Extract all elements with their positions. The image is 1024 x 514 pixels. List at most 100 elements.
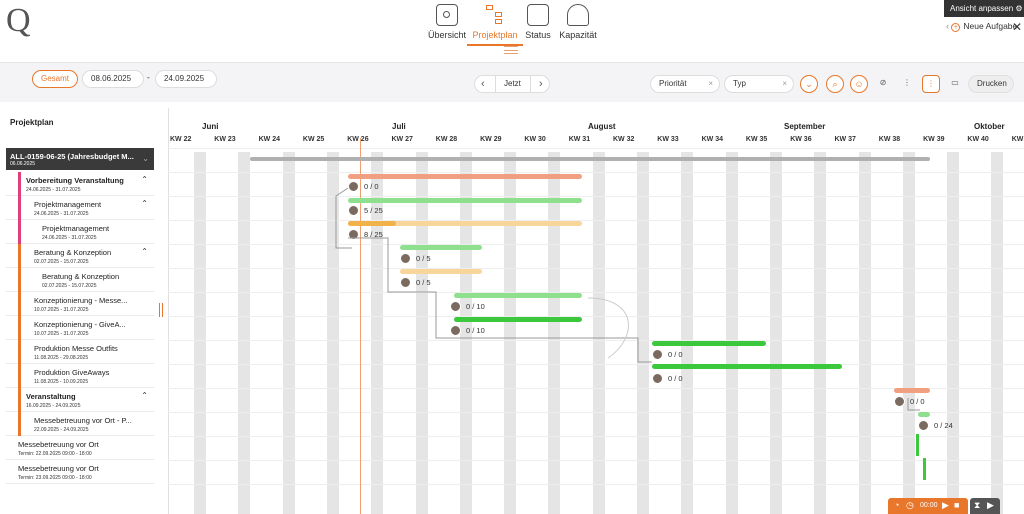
chevron-down-icon[interactable]: ⌄: [142, 154, 149, 163]
task-date: 24.06.2025 - 31.07.2025: [42, 235, 97, 241]
timer-bar[interactable]: ◔ ◷ 00:00 ▶ ■: [888, 498, 968, 514]
people-icon: [567, 4, 589, 26]
drucken-button[interactable]: Drucken: [968, 75, 1014, 93]
search-icon[interactable]: ⌕: [826, 75, 844, 93]
task-row[interactable]: Veranstaltung 16.09.2025 - 24.09.2025 ⌃: [6, 388, 154, 412]
jetzt-button[interactable]: Jetzt: [504, 76, 521, 92]
task-title: Vorbereitung Veranstaltung: [26, 176, 124, 185]
task-title: Produktion Messe Outfits: [34, 344, 118, 353]
chevron-down-icon[interactable]: ⌄: [800, 75, 818, 93]
task-title: Beratung & Konzeption: [42, 272, 120, 281]
task-title: Messebetreuung vor Ort - P...: [34, 416, 132, 425]
divider: [495, 76, 496, 92]
task-row[interactable]: Beratung & Konzeption 02.07.2025 - 15.07.…: [6, 244, 154, 268]
menu-icon[interactable]: [504, 46, 518, 54]
date-from-field[interactable]: 08.06.2025: [82, 70, 144, 88]
play-circle-icon[interactable]: ▶: [987, 500, 994, 511]
task-row[interactable]: Produktion Messe Outfits 11.08.2025 - 29.…: [6, 340, 154, 364]
task-row[interactable]: Messebetreuung vor Ort Termin: 23.09.2025…: [6, 460, 154, 484]
timer-value: 00:00: [920, 502, 938, 509]
chevron-up-icon[interactable]: ⌃: [141, 199, 148, 208]
phase-color-bar: [18, 340, 21, 364]
task-row[interactable]: Produktion GiveAways 11.08.2025 - 10.09.2…: [6, 364, 154, 388]
chevron-up-icon[interactable]: ⌃: [141, 247, 148, 256]
close-icon[interactable]: ✕: [1012, 20, 1022, 34]
clear-icon[interactable]: ×: [708, 76, 713, 92]
hierarchy-expand-icon[interactable]: ⋮: [922, 75, 940, 93]
eye-off-icon[interactable]: ⊘: [874, 75, 892, 93]
top-navigation: Q Übersicht Projektplan Status Kapazität…: [0, 0, 1024, 62]
task-row[interactable]: Konzeptionierung - Messe... 10.07.2025 - …: [6, 292, 154, 316]
typ-filter-label: Typ: [733, 79, 746, 88]
neue-aufgabe-label: Neue Aufgabe: [963, 21, 1018, 31]
prioritaet-filter-label: Priorität: [659, 79, 687, 88]
hierarchy-collapse-icon[interactable]: ⋮: [898, 75, 916, 93]
root-project-date: 06.06.2025: [10, 161, 36, 167]
play-icon[interactable]: ▶: [942, 500, 949, 511]
task-row[interactable]: Messebetreuung vor Ort Termin: 22.09.2025…: [6, 436, 154, 460]
phase-color-bar: [18, 316, 21, 340]
nav-uebersicht-label: Übersicht: [427, 30, 466, 40]
typ-filter[interactable]: Typ ×: [724, 75, 794, 93]
task-row[interactable]: Projektmanagement 24.06.2025 - 31.07.2025: [6, 220, 154, 244]
chevron-up-icon[interactable]: ⌃: [141, 175, 148, 184]
task-row[interactable]: Projektmanagement 24.06.2025 - 31.07.2025…: [6, 196, 154, 220]
date-to-field[interactable]: 24.09.2025: [155, 70, 217, 88]
phase-color-bar: [18, 412, 21, 436]
task-date: Termin: 23.09.2025 09:00 - 18:00: [18, 475, 92, 481]
nav-kapazitaet-label: Kapazität: [559, 30, 597, 40]
timer-icon: ◔: [894, 500, 900, 510]
task-title: Projektmanagement: [34, 200, 102, 209]
chevron-left-icon: ‹: [946, 21, 949, 31]
toolbar: Gesamt 08.06.2025 - 24.09.2025 ‹ Jetzt ›…: [0, 62, 1024, 102]
phase-color-bar: [18, 244, 21, 268]
task-title: Konzeptionierung - Messe...: [34, 296, 128, 305]
next-icon[interactable]: ›: [539, 76, 543, 92]
root-project-title: ALL-0159-06-25 (Jahresbudget M...: [10, 152, 134, 161]
stop-icon[interactable]: ■: [954, 500, 959, 510]
gesamt-button[interactable]: Gesamt: [32, 70, 79, 88]
task-row[interactable]: Vorbereitung Veranstaltung 24.06.2025 - 3…: [6, 172, 154, 196]
app-logo: Q: [6, 2, 31, 39]
task-title: Konzeptionierung - GiveA...: [34, 320, 126, 329]
ansicht-anpassen-label: Ansicht anpassen: [950, 4, 1014, 13]
week-navigator: ‹ Jetzt ›: [474, 75, 550, 93]
task-title: Messebetreuung vor Ort: [18, 440, 99, 449]
nav-kapazitaet[interactable]: Kapazität: [548, 4, 608, 40]
task-row[interactable]: Konzeptionierung - GiveA... 10.07.2025 - …: [6, 316, 154, 340]
ansicht-anpassen-button[interactable]: Ansicht anpassen ⚙: [944, 0, 1024, 17]
gantt-chart: Juni Juli August September Oktober KW 22 KW 2…: [168, 108, 1024, 514]
prev-icon[interactable]: ‹: [481, 76, 485, 92]
date-separator: -: [147, 73, 150, 82]
gear-icon: ⚙: [1015, 4, 1023, 13]
panel-title: Projektplan: [10, 118, 54, 127]
player-controls[interactable]: ⧗ ▶: [970, 498, 1000, 514]
task-date: 10.07.2025 - 31.07.2025: [34, 331, 89, 337]
root-project[interactable]: ALL-0159-06-25 (Jahresbudget M... 06.06.…: [6, 148, 154, 170]
clear-icon[interactable]: ×: [782, 76, 787, 92]
phase-color-bar: [18, 268, 21, 292]
hierarchy-icon: [484, 4, 506, 26]
task-date: 02.07.2025 - 15.07.2025: [34, 259, 89, 265]
phase-color-bar: [18, 388, 21, 412]
prioritaet-filter[interactable]: Priorität ×: [650, 75, 720, 93]
dependency-lines: [335, 187, 920, 411]
panel-resize-handle[interactable]: [159, 303, 163, 317]
eye-icon: [436, 4, 458, 26]
task-row[interactable]: Messebetreuung vor Ort - P... 22.09.2025 …: [6, 412, 154, 436]
task-date: 10.07.2025 - 31.07.2025: [34, 307, 89, 313]
task-date: 02.07.2025 - 15.07.2025: [42, 283, 97, 289]
divider: [530, 76, 531, 92]
nav-status-label: Status: [525, 30, 551, 40]
task-title: Beratung & Konzeption: [34, 248, 112, 257]
stopwatch-icon: ◷: [906, 500, 914, 510]
user-icon[interactable]: ☺: [850, 75, 868, 93]
task-row[interactable]: Beratung & Konzeption 02.07.2025 - 15.07.…: [6, 268, 154, 292]
task-title: Projektmanagement: [42, 224, 110, 233]
task-title: Veranstaltung: [26, 392, 76, 401]
phase-color-bar: [18, 196, 21, 220]
phase-color-bar: [18, 292, 21, 316]
chevron-up-icon[interactable]: ⌃: [141, 391, 148, 400]
present-icon[interactable]: ▭: [946, 75, 964, 93]
neue-aufgabe-button[interactable]: ‹ + Neue Aufgabe: [946, 21, 1017, 32]
